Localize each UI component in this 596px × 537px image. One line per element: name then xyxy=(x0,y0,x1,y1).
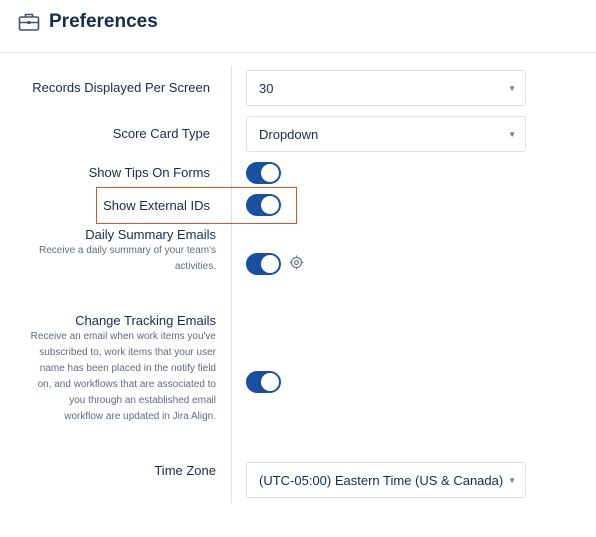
description-line: activities. xyxy=(174,261,216,272)
toggle-knob xyxy=(261,164,279,182)
change-tracking-description: Receive an email when work items you've … xyxy=(31,329,216,425)
chevron-down-icon: ▼ xyxy=(508,130,516,139)
daily-summary-description: Receive a daily summary of your team's a… xyxy=(39,243,216,275)
description-line: Receive an email when work items you've xyxy=(30,331,216,342)
change-tracking-toggle[interactable] xyxy=(246,371,281,393)
time-zone-label: Time Zone xyxy=(154,463,216,478)
description-line: you through an established email xyxy=(69,395,216,406)
chevron-down-icon: ▼ xyxy=(508,84,516,93)
column-divider xyxy=(231,66,232,503)
description-line: Receive a daily summary of your team's xyxy=(39,245,216,256)
score-card-type-select[interactable]: Dropdown ▼ xyxy=(246,116,526,152)
score-card-type-value: Dropdown xyxy=(259,126,319,142)
toggle-knob xyxy=(261,196,279,214)
records-per-screen-value: 30 xyxy=(259,80,274,96)
show-tips-label: Show Tips On Forms xyxy=(88,165,210,180)
show-tips-toggle[interactable] xyxy=(246,162,281,184)
page-title: Preferences xyxy=(49,11,158,32)
toggle-knob xyxy=(261,373,279,391)
description-line: workflow are updated in Jira Align. xyxy=(64,411,216,422)
description-line: name has been placed in the notify field xyxy=(39,363,216,374)
chevron-down-icon: ▼ xyxy=(508,476,516,485)
briefcase-icon xyxy=(18,13,40,31)
toggle-knob xyxy=(261,255,279,273)
show-external-ids-toggle[interactable] xyxy=(246,194,281,216)
description-line: on, and workflows that are associated to xyxy=(37,379,216,390)
header-divider xyxy=(0,52,596,53)
target-icon[interactable] xyxy=(289,255,304,270)
daily-summary-toggle[interactable] xyxy=(246,253,281,275)
show-external-ids-label: Show External IDs xyxy=(103,198,210,213)
daily-summary-label: Daily Summary Emails xyxy=(85,227,216,242)
time-zone-select[interactable]: (UTC-05:00) Eastern Time (US & Canada) ▼ xyxy=(246,462,526,498)
change-tracking-label: Change Tracking Emails xyxy=(75,313,216,328)
records-per-screen-select[interactable]: 30 ▼ xyxy=(246,70,526,106)
records-per-screen-label: Records Displayed Per Screen xyxy=(32,80,210,95)
time-zone-value: (UTC-05:00) Eastern Time (US & Canada) xyxy=(259,472,504,488)
description-line: subscribed to, work items that your user xyxy=(39,347,216,358)
score-card-type-label: Score Card Type xyxy=(112,126,210,141)
